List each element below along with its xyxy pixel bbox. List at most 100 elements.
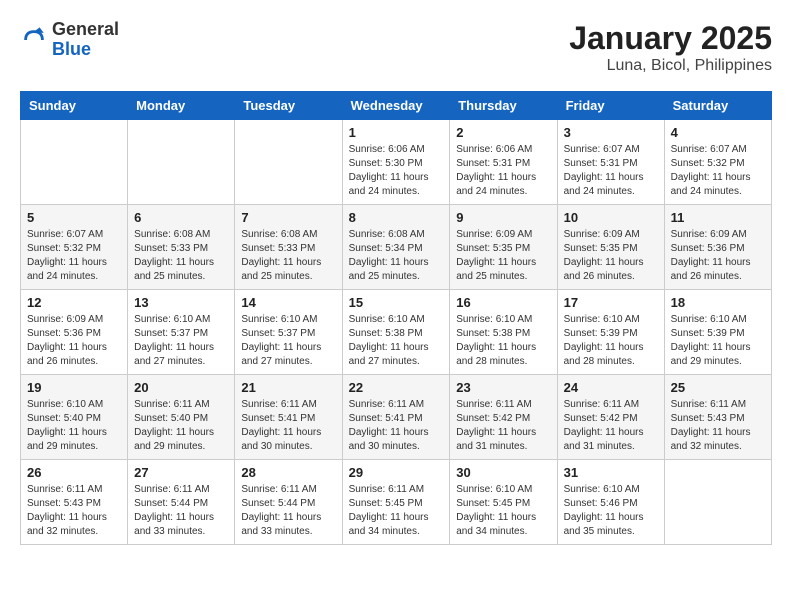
calendar-cell xyxy=(128,120,235,205)
day-number: 8 xyxy=(349,210,444,225)
sunrise-text: Sunrise: 6:11 AM xyxy=(564,399,639,410)
daylight-text: Daylight: 11 hours and 25 minutes. xyxy=(349,257,429,282)
sunrise-text: Sunrise: 6:11 AM xyxy=(349,399,424,410)
sunrise-text: Sunrise: 6:07 AM xyxy=(671,144,747,155)
calendar-cell: 15 Sunrise: 6:10 AM Sunset: 5:38 PM Dayl… xyxy=(342,290,450,375)
calendar-cell: 12 Sunrise: 6:09 AM Sunset: 5:36 PM Dayl… xyxy=(21,290,128,375)
sunrise-text: Sunrise: 6:06 AM xyxy=(349,144,425,155)
sunrise-text: Sunrise: 6:10 AM xyxy=(134,314,210,325)
calendar-cell: 6 Sunrise: 6:08 AM Sunset: 5:33 PM Dayli… xyxy=(128,205,235,290)
calendar-cell: 27 Sunrise: 6:11 AM Sunset: 5:44 PM Dayl… xyxy=(128,460,235,545)
sunset-text: Sunset: 5:39 PM xyxy=(564,328,638,339)
sunrise-text: Sunrise: 6:07 AM xyxy=(27,229,103,240)
day-info: Sunrise: 6:09 AM Sunset: 5:35 PM Dayligh… xyxy=(456,228,550,284)
calendar-cell xyxy=(664,460,771,545)
day-info: Sunrise: 6:11 AM Sunset: 5:44 PM Dayligh… xyxy=(241,483,335,539)
sunset-text: Sunset: 5:41 PM xyxy=(241,413,315,424)
day-info: Sunrise: 6:10 AM Sunset: 5:38 PM Dayligh… xyxy=(349,313,444,369)
calendar-cell: 2 Sunrise: 6:06 AM Sunset: 5:31 PM Dayli… xyxy=(450,120,557,205)
calendar-cell: 19 Sunrise: 6:10 AM Sunset: 5:40 PM Dayl… xyxy=(21,375,128,460)
daylight-text: Daylight: 11 hours and 33 minutes. xyxy=(134,512,214,537)
day-number: 5 xyxy=(27,210,121,225)
calendar-week-row: 19 Sunrise: 6:10 AM Sunset: 5:40 PM Dayl… xyxy=(21,375,772,460)
sunset-text: Sunset: 5:42 PM xyxy=(564,413,638,424)
sunset-text: Sunset: 5:31 PM xyxy=(564,158,638,169)
calendar-cell: 10 Sunrise: 6:09 AM Sunset: 5:35 PM Dayl… xyxy=(557,205,664,290)
calendar-cell: 9 Sunrise: 6:09 AM Sunset: 5:35 PM Dayli… xyxy=(450,205,557,290)
sunrise-text: Sunrise: 6:11 AM xyxy=(27,484,102,495)
calendar-cell: 17 Sunrise: 6:10 AM Sunset: 5:39 PM Dayl… xyxy=(557,290,664,375)
day-info: Sunrise: 6:08 AM Sunset: 5:33 PM Dayligh… xyxy=(134,228,228,284)
day-info: Sunrise: 6:11 AM Sunset: 5:41 PM Dayligh… xyxy=(349,398,444,454)
calendar-cell: 18 Sunrise: 6:10 AM Sunset: 5:39 PM Dayl… xyxy=(664,290,771,375)
sunset-text: Sunset: 5:46 PM xyxy=(564,498,638,509)
weekday-header-tuesday: Tuesday xyxy=(235,92,342,120)
day-number: 28 xyxy=(241,465,335,480)
weekday-header-sunday: Sunday xyxy=(21,92,128,120)
daylight-text: Daylight: 11 hours and 25 minutes. xyxy=(456,257,536,282)
day-number: 11 xyxy=(671,210,765,225)
day-info: Sunrise: 6:11 AM Sunset: 5:43 PM Dayligh… xyxy=(671,398,765,454)
day-info: Sunrise: 6:08 AM Sunset: 5:34 PM Dayligh… xyxy=(349,228,444,284)
daylight-text: Daylight: 11 hours and 31 minutes. xyxy=(564,427,644,452)
calendar-week-row: 12 Sunrise: 6:09 AM Sunset: 5:36 PM Dayl… xyxy=(21,290,772,375)
day-number: 1 xyxy=(349,125,444,140)
sunset-text: Sunset: 5:40 PM xyxy=(27,413,101,424)
day-info: Sunrise: 6:10 AM Sunset: 5:40 PM Dayligh… xyxy=(27,398,121,454)
daylight-text: Daylight: 11 hours and 29 minutes. xyxy=(671,342,751,367)
day-info: Sunrise: 6:11 AM Sunset: 5:41 PM Dayligh… xyxy=(241,398,335,454)
day-info: Sunrise: 6:06 AM Sunset: 5:30 PM Dayligh… xyxy=(349,143,444,199)
sunset-text: Sunset: 5:41 PM xyxy=(349,413,423,424)
sunrise-text: Sunrise: 6:10 AM xyxy=(456,484,532,495)
day-number: 7 xyxy=(241,210,335,225)
day-number: 16 xyxy=(456,295,550,310)
daylight-text: Daylight: 11 hours and 26 minutes. xyxy=(27,342,107,367)
day-info: Sunrise: 6:10 AM Sunset: 5:37 PM Dayligh… xyxy=(134,313,228,369)
sunset-text: Sunset: 5:30 PM xyxy=(349,158,423,169)
calendar-cell: 14 Sunrise: 6:10 AM Sunset: 5:37 PM Dayl… xyxy=(235,290,342,375)
daylight-text: Daylight: 11 hours and 25 minutes. xyxy=(134,257,214,282)
sunrise-text: Sunrise: 6:11 AM xyxy=(134,399,209,410)
calendar-cell: 1 Sunrise: 6:06 AM Sunset: 5:30 PM Dayli… xyxy=(342,120,450,205)
sunset-text: Sunset: 5:37 PM xyxy=(241,328,315,339)
sunrise-text: Sunrise: 6:08 AM xyxy=(134,229,210,240)
sunset-text: Sunset: 5:33 PM xyxy=(241,243,315,254)
day-number: 2 xyxy=(456,125,550,140)
sunrise-text: Sunrise: 6:09 AM xyxy=(456,229,532,240)
calendar-cell: 30 Sunrise: 6:10 AM Sunset: 5:45 PM Dayl… xyxy=(450,460,557,545)
sunset-text: Sunset: 5:36 PM xyxy=(671,243,745,254)
daylight-text: Daylight: 11 hours and 24 minutes. xyxy=(456,172,536,197)
calendar-title: January 2025 xyxy=(569,20,772,57)
daylight-text: Daylight: 11 hours and 26 minutes. xyxy=(671,257,751,282)
sunrise-text: Sunrise: 6:11 AM xyxy=(671,399,746,410)
day-info: Sunrise: 6:09 AM Sunset: 5:36 PM Dayligh… xyxy=(671,228,765,284)
day-info: Sunrise: 6:10 AM Sunset: 5:38 PM Dayligh… xyxy=(456,313,550,369)
logo-line2: Blue xyxy=(52,40,119,60)
calendar-week-row: 1 Sunrise: 6:06 AM Sunset: 5:30 PM Dayli… xyxy=(21,120,772,205)
daylight-text: Daylight: 11 hours and 35 minutes. xyxy=(564,512,644,537)
weekday-header-thursday: Thursday xyxy=(450,92,557,120)
daylight-text: Daylight: 11 hours and 34 minutes. xyxy=(349,512,429,537)
sunset-text: Sunset: 5:43 PM xyxy=(671,413,745,424)
calendar-cell: 11 Sunrise: 6:09 AM Sunset: 5:36 PM Dayl… xyxy=(664,205,771,290)
calendar-cell: 7 Sunrise: 6:08 AM Sunset: 5:33 PM Dayli… xyxy=(235,205,342,290)
calendar-cell: 21 Sunrise: 6:11 AM Sunset: 5:41 PM Dayl… xyxy=(235,375,342,460)
calendar-cell xyxy=(235,120,342,205)
day-number: 23 xyxy=(456,380,550,395)
sunrise-text: Sunrise: 6:11 AM xyxy=(241,484,316,495)
calendar-cell: 16 Sunrise: 6:10 AM Sunset: 5:38 PM Dayl… xyxy=(450,290,557,375)
day-info: Sunrise: 6:07 AM Sunset: 5:32 PM Dayligh… xyxy=(671,143,765,199)
daylight-text: Daylight: 11 hours and 24 minutes. xyxy=(671,172,751,197)
calendar-cell: 5 Sunrise: 6:07 AM Sunset: 5:32 PM Dayli… xyxy=(21,205,128,290)
sunrise-text: Sunrise: 6:10 AM xyxy=(349,314,425,325)
calendar-cell: 20 Sunrise: 6:11 AM Sunset: 5:40 PM Dayl… xyxy=(128,375,235,460)
daylight-text: Daylight: 11 hours and 30 minutes. xyxy=(349,427,429,452)
sunset-text: Sunset: 5:43 PM xyxy=(27,498,101,509)
calendar-cell: 25 Sunrise: 6:11 AM Sunset: 5:43 PM Dayl… xyxy=(664,375,771,460)
day-number: 4 xyxy=(671,125,765,140)
daylight-text: Daylight: 11 hours and 27 minutes. xyxy=(349,342,429,367)
sunset-text: Sunset: 5:32 PM xyxy=(27,243,101,254)
day-info: Sunrise: 6:09 AM Sunset: 5:35 PM Dayligh… xyxy=(564,228,658,284)
day-number: 29 xyxy=(349,465,444,480)
day-info: Sunrise: 6:11 AM Sunset: 5:43 PM Dayligh… xyxy=(27,483,121,539)
